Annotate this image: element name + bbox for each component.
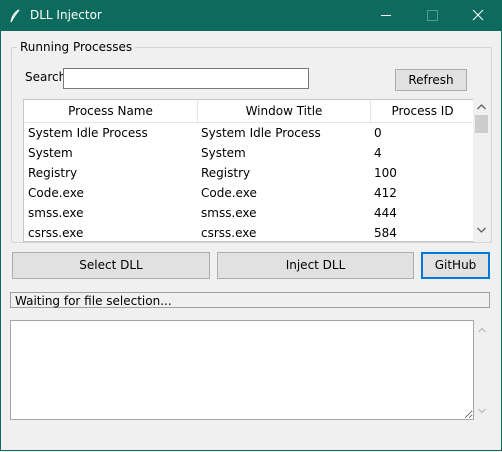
table-header: Process Name Window Title Process ID — [24, 100, 474, 123]
cell-window-title: System — [201, 146, 246, 160]
search-input[interactable] — [63, 68, 309, 89]
cell-process-id: 412 — [374, 186, 397, 200]
cell-process-name: csrss.exe — [28, 226, 84, 240]
scroll-up-icon[interactable] — [474, 322, 491, 338]
cell-process-id: 4 — [374, 146, 382, 160]
cell-process-id: 444 — [374, 206, 397, 220]
table-row[interactable]: System System 4 — [24, 143, 474, 163]
cell-process-name: smss.exe — [28, 206, 84, 220]
scroll-up-icon[interactable] — [473, 99, 490, 115]
scroll-down-icon[interactable] — [474, 403, 491, 419]
cell-window-title: csrss.exe — [201, 226, 257, 240]
table-row[interactable]: System Idle Process System Idle Process … — [24, 123, 474, 143]
process-table-scrollbar[interactable] — [473, 99, 490, 240]
table-row[interactable]: smss.exe smss.exe 444 — [24, 203, 474, 223]
cell-process-id: 0 — [374, 126, 382, 140]
github-button[interactable]: GitHub — [421, 252, 490, 279]
inject-dll-button[interactable]: Inject DLL — [217, 252, 414, 279]
column-header-process-id[interactable]: Process ID — [371, 100, 474, 122]
table-row[interactable]: Code.exe Code.exe 412 — [24, 183, 474, 203]
cell-process-id: 100 — [374, 166, 397, 180]
cell-window-title: smss.exe — [201, 206, 257, 220]
minimize-button[interactable] — [363, 0, 409, 31]
maximize-button[interactable] — [409, 0, 455, 31]
table-row[interactable]: csrss.exe csrss.exe 584 — [24, 223, 474, 241]
cell-process-name: System — [28, 146, 73, 160]
select-dll-button[interactable]: Select DLL — [12, 252, 210, 279]
close-icon — [472, 9, 484, 21]
scroll-thumb[interactable] — [475, 115, 488, 133]
title-bar[interactable]: DLL Injector — [0, 0, 502, 31]
cell-process-name: Registry — [28, 166, 78, 180]
log-textarea[interactable] — [10, 320, 474, 420]
column-header-window-title[interactable]: Window Title — [198, 100, 371, 122]
cell-process-id: 584 — [374, 226, 397, 240]
refresh-button[interactable]: Refresh — [395, 69, 467, 91]
maximize-icon — [427, 10, 438, 21]
status-label: Waiting for file selection... — [10, 292, 490, 308]
window-title: DLL Injector — [30, 8, 102, 22]
log-scrollbar[interactable] — [474, 320, 490, 420]
cell-process-name: System Idle Process — [28, 126, 148, 140]
close-button[interactable] — [455, 0, 501, 31]
group-label: Running Processes — [17, 40, 136, 54]
feather-icon — [10, 9, 20, 23]
process-table[interactable]: Process Name Window Title Process ID Sys… — [23, 99, 474, 242]
column-header-process-name[interactable]: Process Name — [24, 100, 198, 122]
scroll-down-icon[interactable] — [473, 222, 490, 238]
cell-process-name: Code.exe — [28, 186, 84, 200]
cell-window-title: System Idle Process — [201, 126, 321, 140]
table-row[interactable]: Registry Registry 100 — [24, 163, 474, 183]
search-label: Search — [25, 70, 67, 84]
cell-window-title: Code.exe — [201, 186, 257, 200]
minimize-icon — [381, 15, 391, 16]
cell-window-title: Registry — [201, 166, 251, 180]
